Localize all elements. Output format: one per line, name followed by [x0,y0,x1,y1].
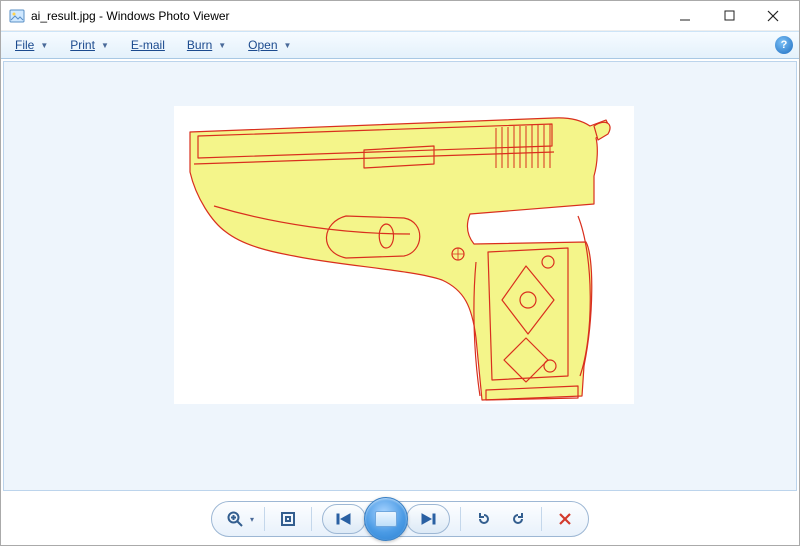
app-icon [9,8,25,24]
menu-print-label: Print [70,38,95,52]
chevron-down-icon: ▾ [250,515,254,524]
help-icon: ? [781,39,788,51]
rotate-ccw-button[interactable] [471,506,497,532]
menu-open[interactable]: Open ▼ [242,35,297,55]
chevron-down-icon: ▼ [218,41,226,50]
viewer-canvas[interactable] [3,61,797,491]
menu-file-label: File [15,38,34,52]
previous-button[interactable] [329,506,359,532]
chevron-down-icon: ▼ [101,41,109,50]
chevron-down-icon: ▼ [284,41,292,50]
menu-print[interactable]: Print ▼ [64,35,115,55]
window-title: ai_result.jpg - Windows Photo Viewer [31,9,663,23]
viewer-toolbar-area: ▾ [1,493,799,545]
toolbar-divider [264,507,265,531]
menu-burn[interactable]: Burn ▼ [181,35,232,55]
displayed-image [174,106,634,404]
menu-email[interactable]: E-mail [125,35,171,55]
close-button[interactable] [751,2,795,30]
maximize-button[interactable] [707,2,751,30]
slideshow-icon [375,511,397,527]
rotate-cw-button[interactable] [505,506,531,532]
menu-email-label: E-mail [131,38,165,52]
fit-window-button[interactable] [275,506,301,532]
menu-open-label: Open [248,38,277,52]
zoom-button[interactable] [222,506,248,532]
menu-file[interactable]: File ▼ [9,35,54,55]
help-button[interactable]: ? [775,36,793,54]
menubar: File ▼ Print ▼ E-mail Burn ▼ Open ▼ ? [1,31,799,59]
slideshow-button[interactable] [364,497,408,541]
viewer-toolbar: ▾ [211,501,589,537]
next-button[interactable] [413,506,443,532]
toolbar-divider [311,507,312,531]
nav-pill-right [406,504,450,534]
window-controls [663,2,795,30]
window-titlebar: ai_result.jpg - Windows Photo Viewer [1,1,799,31]
delete-button[interactable] [552,506,578,532]
minimize-button[interactable] [663,2,707,30]
chevron-down-icon: ▼ [40,41,48,50]
navigation-cluster [322,497,450,541]
toolbar-divider [460,507,461,531]
toolbar-divider [541,507,542,531]
nav-pill-left [322,504,366,534]
menu-burn-label: Burn [187,38,212,52]
